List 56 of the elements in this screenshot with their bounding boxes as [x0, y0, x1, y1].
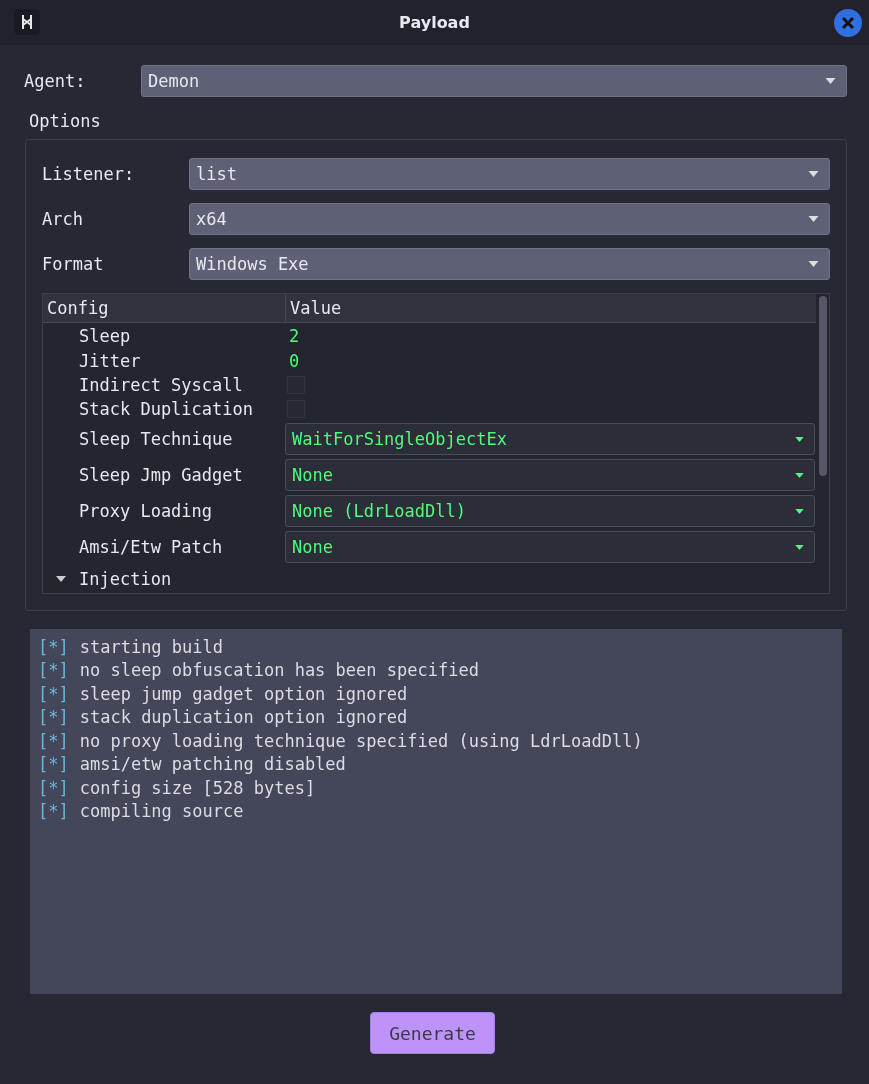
dropdown[interactable]: x64	[189, 203, 830, 235]
column-header: Config	[43, 294, 286, 322]
log-marker: [*]	[38, 777, 69, 798]
dropdown[interactable]: None	[285, 459, 815, 491]
log-message: config size [528 bytes]	[79, 777, 316, 798]
log-message: amsi/etw patching disabled	[79, 754, 346, 775]
log-marker: [*]	[38, 754, 69, 775]
config-name: Jitter	[78, 350, 142, 371]
log-marker: [*]	[38, 801, 69, 822]
caret-icon	[808, 171, 819, 177]
caret-icon	[795, 544, 804, 550]
config-name: Sleep	[78, 325, 132, 346]
column-header: Value	[289, 297, 342, 320]
dropdown[interactable]: None	[285, 531, 815, 563]
log-message: starting build	[79, 636, 223, 657]
caret-icon	[795, 508, 804, 514]
log-message: stack duplication option ignored	[79, 707, 408, 728]
field-label: Arch	[42, 209, 84, 229]
dropdown[interactable]: list	[189, 158, 830, 190]
config-name: Amsi/Etw Patch	[78, 537, 224, 557]
config-name: Proxy Loading	[78, 501, 214, 521]
config-name: Stack Duplication	[78, 399, 254, 419]
caret-icon	[795, 472, 804, 478]
dropdown[interactable]: Windows Exe	[189, 248, 830, 280]
config-name: Sleep Jmp Gadget	[78, 465, 244, 485]
log-message: compiling source	[79, 801, 244, 822]
log-marker: [*]	[38, 660, 69, 681]
config-name: Sleep Technique	[78, 429, 234, 449]
group-name: Injection	[79, 569, 172, 589]
caret-icon	[808, 261, 819, 267]
window-title: Payload	[399, 13, 470, 32]
scrollbar-thumb[interactable]	[818, 296, 827, 476]
caret-icon	[808, 216, 819, 222]
app-logo-icon	[14, 9, 40, 35]
config-value: 0	[288, 350, 300, 371]
dropdown[interactable]: None (LdrLoadDll)	[285, 495, 815, 527]
log-message: no sleep obfuscation has been specified	[79, 660, 479, 681]
log-marker: [*]	[38, 730, 69, 751]
close-icon[interactable]	[834, 9, 862, 37]
log-message: no proxy loading technique specified (using LdrLoadDll)	[79, 730, 643, 751]
generate-button[interactable]: Generate	[370, 1012, 495, 1054]
caret-icon	[825, 78, 836, 84]
dropdown[interactable]: WaitForSingleObjectEx	[285, 423, 815, 455]
config-value: 2	[288, 325, 300, 346]
log-marker: [*]	[38, 636, 69, 657]
expand-caret-icon[interactable]	[56, 576, 66, 582]
caret-icon	[795, 436, 804, 442]
field-label: Listener:	[42, 164, 136, 184]
agent-dropdown[interactable]: Demon	[141, 65, 847, 97]
config-name: Indirect Syscall	[78, 375, 244, 395]
options-label: Options	[29, 111, 102, 131]
log-marker: [*]	[38, 683, 69, 704]
log-marker: [*]	[38, 707, 69, 728]
agent-label: Agent:	[24, 71, 87, 91]
log-message: sleep jump gadget option ignored	[79, 683, 408, 704]
field-label: Format	[42, 254, 105, 274]
